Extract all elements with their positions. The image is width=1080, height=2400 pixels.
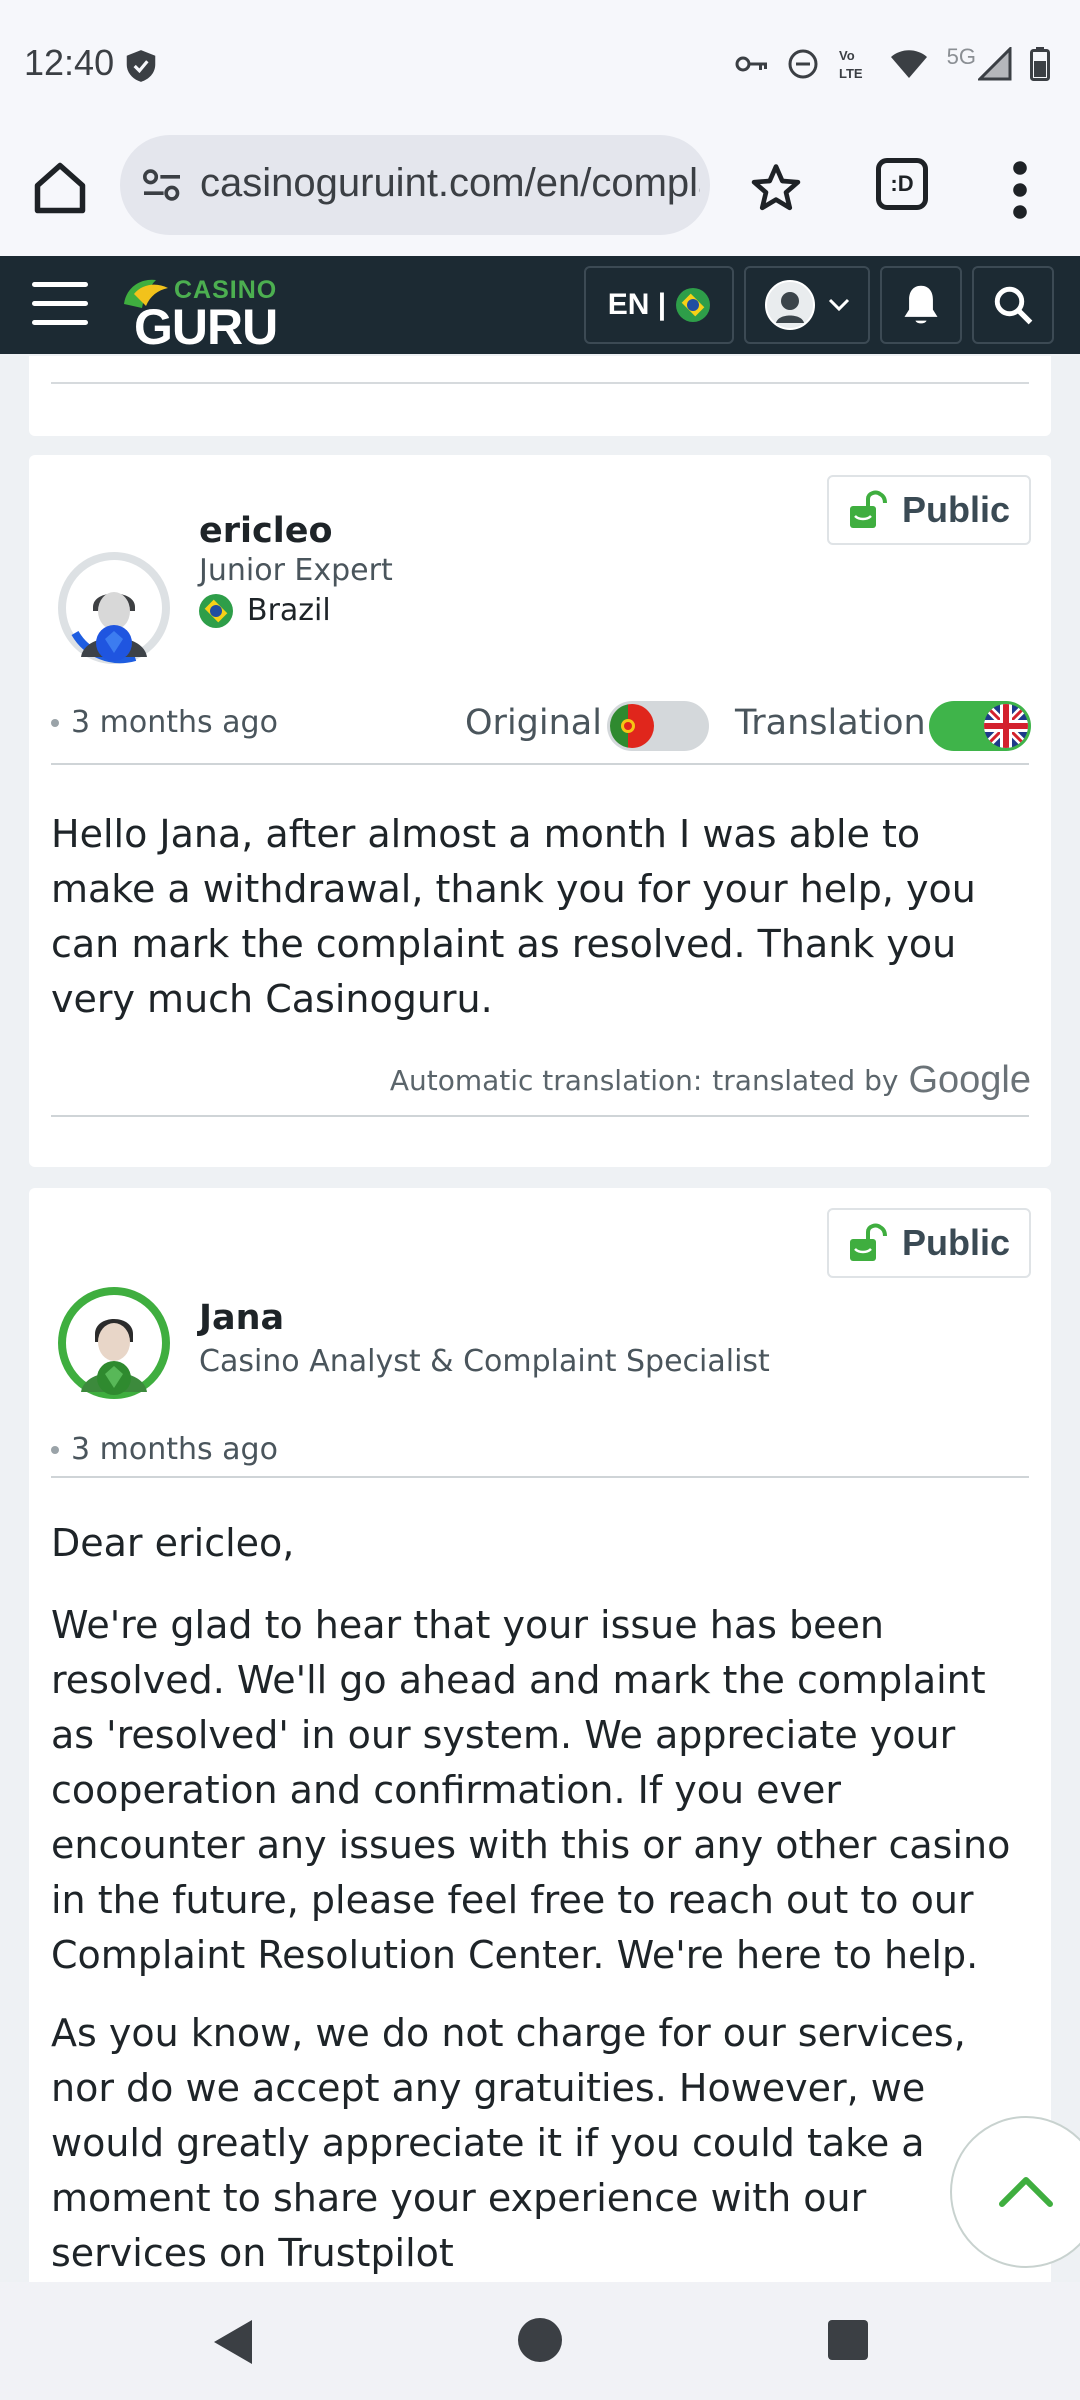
user-avatar-icon	[765, 280, 815, 330]
brazil-flag-icon	[676, 288, 711, 322]
more-menu-icon[interactable]	[1000, 160, 1040, 220]
google-logo: Google	[908, 1059, 1031, 1101]
do-not-disturb-icon	[788, 49, 818, 79]
chevron-up-icon	[999, 2177, 1053, 2207]
language-selector[interactable]: EN |	[584, 266, 734, 344]
search-button[interactable]	[972, 266, 1054, 344]
time-label: 3 months ago	[71, 705, 278, 740]
divider	[51, 382, 1029, 384]
status-icons: Vo LTE 5G	[735, 42, 1050, 86]
post-time: 3 months ago	[51, 1432, 278, 1467]
signal-icon	[978, 47, 1012, 81]
site-settings-icon[interactable]	[142, 167, 182, 203]
jana-avatar[interactable]	[55, 1284, 173, 1402]
notifications-button[interactable]	[880, 266, 962, 344]
bullet-dot	[51, 718, 59, 727]
translation-toggle[interactable]	[929, 701, 1031, 751]
public-label: Public	[901, 1222, 1011, 1263]
battery-icon	[1030, 47, 1050, 81]
complaint-post: Public ericleo Junior Expert Brazil 3 mo…	[29, 455, 1051, 1167]
country-label: Brazil	[247, 593, 331, 628]
author-country: Brazil	[199, 593, 331, 628]
user-menu-button[interactable]	[744, 266, 870, 344]
original-toggle[interactable]	[607, 701, 709, 751]
author-name[interactable]: ericleo	[199, 511, 333, 551]
translation-attribution: Automatic translation: translated by Goo…	[390, 1059, 1031, 1102]
portugal-flag-icon	[610, 704, 654, 748]
svg-text:LTE: LTE	[839, 66, 863, 81]
divider	[51, 1115, 1029, 1117]
bell-icon	[904, 285, 938, 324]
logo-guru-text: GURU	[134, 299, 278, 355]
key-icon	[735, 56, 767, 72]
divider	[51, 1476, 1029, 1478]
casino-guru-logo[interactable]: CASINO GURU	[118, 268, 288, 355]
home-nav-button[interactable]	[518, 2318, 562, 2362]
site-header: CASINO GURU EN |	[0, 256, 1080, 355]
unlock-icon	[849, 490, 887, 528]
brazil-flag-icon	[199, 593, 233, 628]
public-label: Public	[901, 489, 1011, 530]
post-paragraph: As you know, we do not charge for our se…	[51, 2011, 966, 2275]
translation-note: Automatic translation:	[389, 1064, 703, 1097]
original-toggle-label: Original	[465, 703, 602, 743]
author-name[interactable]: Jana	[199, 1298, 284, 1338]
back-icon[interactable]	[208, 2316, 258, 2368]
wifi-icon	[890, 50, 927, 78]
ericleo-avatar[interactable]	[55, 549, 173, 667]
network-type: 5G	[946, 44, 976, 69]
bookmark-star-icon[interactable]	[748, 160, 804, 216]
author-role: Junior Expert	[199, 553, 393, 588]
hamburger-menu-icon[interactable]	[32, 282, 88, 328]
home-icon[interactable]	[30, 158, 90, 218]
status-bar: 12:40 Vo LTE 5G	[0, 0, 1080, 130]
post-paragraph: We're glad to hear that your issue has b…	[51, 1603, 1011, 1977]
tab-switcher-button[interactable]: :D	[876, 158, 928, 210]
url-text[interactable]: casinoguruint.com/en/complaints	[200, 161, 700, 206]
chevron-down-icon	[828, 298, 850, 312]
uk-flag-icon	[984, 704, 1028, 748]
divider	[51, 763, 1029, 765]
status-time: 12:40	[24, 42, 115, 83]
public-badge[interactable]: Public	[827, 475, 1031, 545]
complaint-post: Public Jana Casino Analyst & Complaint S…	[29, 1188, 1051, 2288]
system-navigation-bar	[0, 2282, 1080, 2400]
url-bar[interactable]: casinoguruint.com/en/complaints	[120, 135, 710, 235]
translated-by-label: translated by	[712, 1064, 899, 1097]
translation-toggle-label: Translation	[735, 703, 926, 743]
volte-icon: Vo LTE	[839, 48, 863, 81]
bullet-dot	[51, 1445, 59, 1454]
post-greeting: Dear ericleo,	[51, 1521, 295, 1565]
unlock-icon	[849, 1223, 887, 1261]
time-label: 3 months ago	[71, 1432, 278, 1467]
public-badge[interactable]: Public	[827, 1208, 1031, 1278]
author-role: Casino Analyst & Complaint Specialist	[199, 1344, 770, 1379]
search-icon	[994, 286, 1033, 325]
svg-text:Vo: Vo	[839, 48, 855, 63]
post-body: Hello Jana, after almost a month I was a…	[51, 812, 976, 1021]
post-time: 3 months ago	[51, 705, 278, 740]
browser-toolbar: casinoguruint.com/en/complaints :D	[0, 130, 1080, 257]
language-label: EN |	[607, 288, 667, 321]
recents-nav-button[interactable]	[828, 2320, 868, 2360]
previous-post-card	[29, 356, 1051, 436]
shield-icon	[126, 50, 156, 82]
